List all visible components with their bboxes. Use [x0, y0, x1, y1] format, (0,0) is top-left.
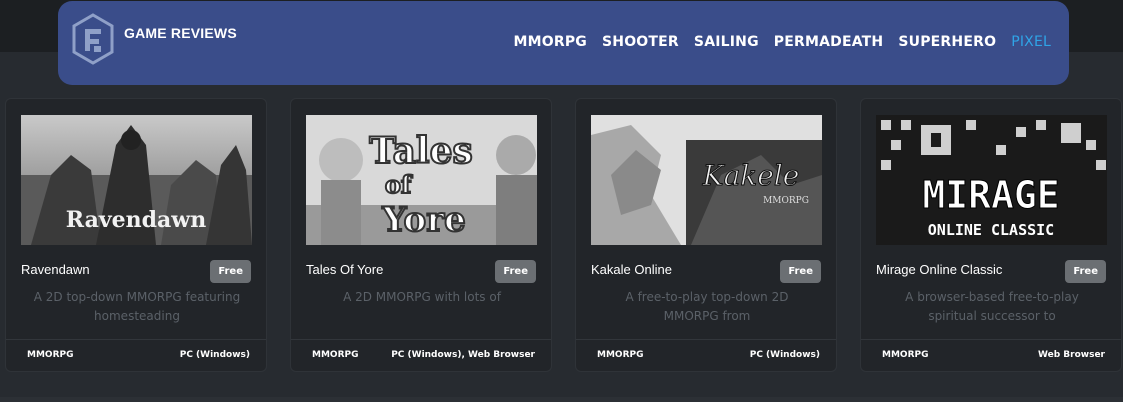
nav-link-mmorpg[interactable]: MMORPG: [514, 34, 588, 50]
card-divider: [576, 339, 836, 340]
game-thumbnail[interactable]: Kakele MMORPG: [591, 115, 822, 245]
game-title[interactable]: Ravendawn: [21, 262, 90, 277]
game-thumbnail[interactable]: Ravendawn: [21, 115, 252, 245]
nav-link-pixel[interactable]: PIXEL: [1011, 34, 1051, 50]
thumbnail-logo-subtext: MMORPG: [763, 196, 809, 206]
tales-of-yore-artwork: Tales of Yore: [306, 115, 537, 245]
card-divider: [861, 339, 1121, 340]
game-card[interactable]: MIRAGE ONLINE CLASSIC Mirage Online Clas…: [860, 98, 1122, 372]
price-badge: Free: [780, 260, 821, 283]
platform-label: Web Browser: [1038, 350, 1105, 360]
game-description: A browser-based free-to-play spiritual s…: [905, 290, 1079, 323]
brand[interactable]: GAME REVIEWS: [72, 13, 237, 65]
hexagon-g-logo-icon: [72, 13, 114, 65]
nav-link-sailing[interactable]: SAILING: [694, 34, 759, 50]
platform-label: PC (Windows), Web Browser: [391, 350, 535, 360]
game-thumbnail[interactable]: MIRAGE ONLINE CLASSIC: [876, 115, 1107, 245]
platform-label: PC (Windows): [179, 350, 250, 360]
nav-menu: MMORPG SHOOTER SAILING PERMADEATH SUPERH…: [514, 34, 1052, 50]
platform-label: PC (Windows): [749, 350, 820, 360]
thumbnail-logo-text: MIRAGE: [922, 173, 1059, 217]
nav-link-shooter[interactable]: SHOOTER: [602, 34, 679, 50]
game-description: A 2D top-down MMORPG featuring homestead…: [33, 290, 241, 323]
brand-name: GAME REVIEWS: [124, 25, 237, 41]
nav-link-superhero[interactable]: SUPERHERO: [898, 34, 996, 50]
card-divider: [6, 339, 266, 340]
game-description: A free-to-play top-down 2D MMORPG from: [625, 290, 789, 323]
game-card[interactable]: Kakele MMORPG Kakale Online Free A free-…: [575, 98, 837, 372]
thumbnail-logo-subtext: ONLINE CLASSIC: [928, 221, 1054, 239]
price-badge: Free: [495, 260, 536, 283]
game-title[interactable]: Tales Of Yore: [306, 262, 383, 277]
genre-label: MMORPG: [27, 350, 74, 360]
game-title[interactable]: Kakale Online: [591, 262, 672, 277]
game-card[interactable]: Ravendawn Ravendawn Free A 2D top-down M…: [5, 98, 267, 372]
next-row-edge: [0, 397, 1123, 402]
thumbnail-logo-text: Ravendawn: [66, 207, 206, 233]
navbar: GAME REVIEWS MMORPG SHOOTER SAILING PERM…: [58, 1, 1069, 85]
thumbnail-logo-text: of: [385, 170, 413, 199]
thumbnail-logo-text: Tales: [369, 130, 473, 172]
card-divider: [291, 339, 551, 340]
genre-label: MMORPG: [882, 350, 929, 360]
price-badge: Free: [1065, 260, 1106, 283]
thumbnail-logo-text: Kakele: [702, 159, 800, 192]
mirage-artwork: MIRAGE ONLINE CLASSIC: [876, 115, 1107, 245]
game-title[interactable]: Mirage Online Classic: [876, 262, 1002, 277]
genre-label: MMORPG: [312, 350, 359, 360]
price-badge: Free: [210, 260, 251, 283]
game-description: A 2D MMORPG with lots of: [343, 290, 501, 304]
nav-link-permadeath[interactable]: PERMADEATH: [774, 34, 884, 50]
game-thumbnail[interactable]: Tales of Yore: [306, 115, 537, 245]
genre-label: MMORPG: [597, 350, 644, 360]
thumbnail-logo-text: Yore: [381, 200, 466, 240]
game-card[interactable]: Tales of Yore Tales Of Yore Free A 2D MM…: [290, 98, 552, 372]
kakale-artwork: Kakele MMORPG: [591, 115, 822, 245]
ravendawn-artwork: Ravendawn: [21, 115, 252, 245]
